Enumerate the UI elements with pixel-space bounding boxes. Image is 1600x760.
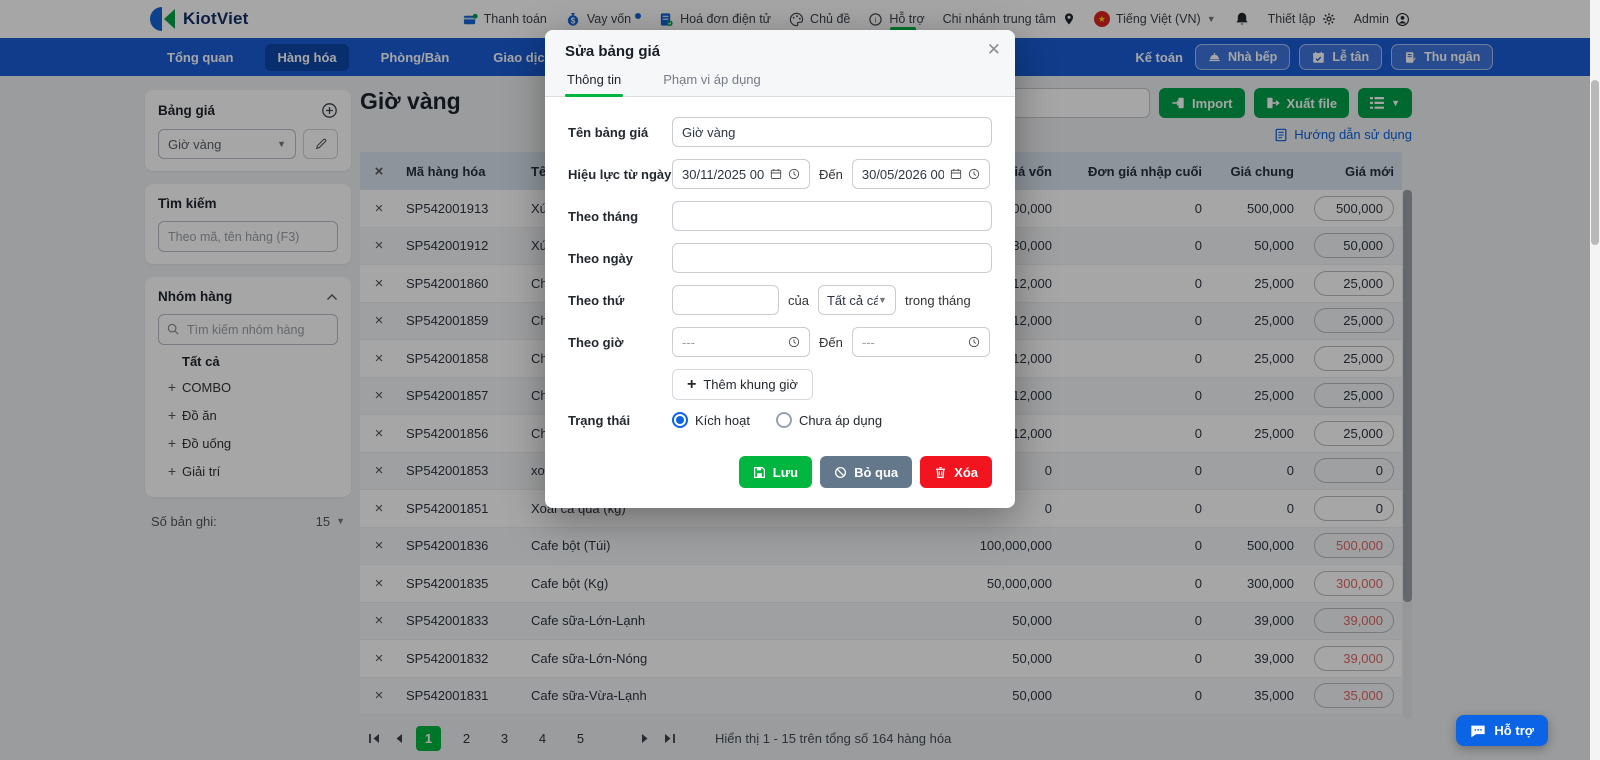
page-scrollbar[interactable] <box>1590 0 1600 760</box>
by-weekday-input[interactable] <box>672 285 779 315</box>
clock-icon[interactable] <box>788 336 800 348</box>
cancel-button-label: Bỏ qua <box>854 464 899 480</box>
cancel-button[interactable]: Bỏ qua <box>820 456 913 488</box>
modal-tabs: Thông tin Phạm vi áp dụng <box>565 72 995 97</box>
hour-from-input[interactable]: --- <box>672 327 810 357</box>
modal-title: Sửa bảng giá <box>565 43 661 60</box>
field-label-day: Theo ngày <box>568 250 634 266</box>
status-active-radio[interactable]: Kích hoạt <box>672 412 750 428</box>
effective-to-input[interactable]: 30/05/2026 00:56 <box>851 159 990 189</box>
edit-price-table-modal: Sửa bảng giá ✕ Thông tin Phạm vi áp dụng… <box>545 30 1015 508</box>
by-month-input[interactable] <box>672 201 992 231</box>
calendar-icon[interactable] <box>950 168 962 180</box>
chat-bubble-icon <box>1470 724 1486 738</box>
to-label: Đến <box>819 166 843 182</box>
status-inactive-radio[interactable]: Chưa áp dụng <box>775 412 883 428</box>
field-label-weekday: Theo thứ <box>568 292 625 308</box>
effective-from-input[interactable]: 30/11/2025 00:56 <box>672 159 810 189</box>
field-label-month: Theo tháng <box>568 208 639 224</box>
field-label-status: Trạng thái <box>568 412 631 428</box>
add-time-slot-label: Thêm khung giờ <box>703 377 798 392</box>
clock-icon[interactable] <box>968 336 980 348</box>
calendar-icon[interactable] <box>770 168 782 180</box>
trash-icon <box>934 466 947 479</box>
clock-icon[interactable] <box>968 168 980 180</box>
field-label-name: Tên bảng giá <box>568 124 649 140</box>
status-inactive-label: Chưa áp dụng <box>798 412 883 428</box>
clock-icon[interactable] <box>788 168 800 180</box>
radio-unselected-icon <box>775 412 792 428</box>
support-fab-label: Hỗ trợ <box>1494 723 1534 738</box>
save-button[interactable]: Lưu <box>738 456 813 488</box>
hour-to-input[interactable]: --- <box>851 327 990 357</box>
save-icon <box>753 466 766 479</box>
hour-to-label: Đến <box>819 334 843 350</box>
price-table-name-input[interactable]: Giờ vàng <box>672 117 992 147</box>
support-fab-button[interactable]: Hỗ trợ <box>1456 715 1548 746</box>
in-month-label: trong tháng <box>904 292 971 308</box>
radio-selected-icon <box>672 412 688 428</box>
of-label: của <box>788 292 809 308</box>
plus-icon: + <box>687 375 697 393</box>
ban-icon <box>834 466 847 479</box>
delete-button[interactable]: Xóa <box>920 456 992 488</box>
delete-button-label: Xóa <box>954 464 978 480</box>
modal-tab[interactable]: Thông tin <box>565 72 624 97</box>
status-active-label: Kích hoạt <box>695 412 750 428</box>
by-day-input[interactable] <box>672 243 992 273</box>
modal-tab[interactable]: Phạm vi áp dụng <box>661 72 763 96</box>
weekday-scope-select[interactable]: Tất cả cá... ▼ <box>817 285 896 315</box>
save-button-label: Lưu <box>772 464 799 480</box>
chevron-down-icon: ▼ <box>878 294 887 305</box>
add-time-slot-button[interactable]: + Thêm khung giờ <box>672 369 813 400</box>
field-label-effective: Hiệu lực từ ngày <box>568 166 672 182</box>
field-label-hour: Theo giờ <box>568 334 624 350</box>
close-icon[interactable]: ✕ <box>987 41 1001 58</box>
